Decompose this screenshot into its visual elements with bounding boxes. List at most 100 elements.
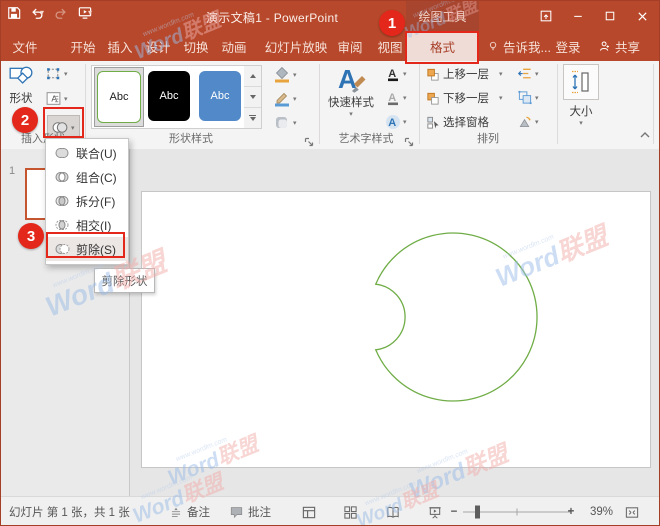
comments-button[interactable]: 批注: [229, 497, 271, 526]
shapes-button-label: 形状: [10, 90, 33, 106]
redo-icon[interactable]: [53, 6, 68, 20]
size-button[interactable]: 大小 ▾: [563, 64, 599, 127]
wordart-styles-dialog-launcher[interactable]: [404, 135, 415, 146]
rotate-button[interactable]: ▾: [517, 114, 539, 129]
reading-view-button[interactable]: [385, 497, 401, 526]
ribbon-format: 形状 ▾ ▾ A▾ ▾ 插入形状 Abc Abc Abc ▾ ▾: [1, 61, 659, 150]
shapes-icon: [8, 64, 34, 90]
slide-sorter-view-button[interactable]: [343, 497, 358, 526]
fragment-icon: [54, 193, 70, 209]
zoom-slider-thumb: [475, 506, 480, 519]
selection-pane-button[interactable]: 选择窗格: [425, 114, 489, 130]
shape-effects-button[interactable]: ▾: [273, 114, 297, 131]
undo-icon[interactable]: ▾: [30, 6, 44, 20]
send-backward-icon: [425, 91, 441, 106]
shape-styles-dialog-launcher[interactable]: [304, 135, 315, 146]
subtract-shapes-tooltip: 剪除形状: [94, 268, 155, 293]
gallery-scroll-buttons: [244, 65, 262, 129]
zoom-out-button[interactable]: −: [450, 497, 458, 526]
rotate-icon: [517, 114, 533, 129]
start-slideshow-icon[interactable]: ▾: [77, 5, 92, 20]
shape-style-2[interactable]: Abc: [148, 71, 190, 121]
powerpoint-window: ▾ ▾ 演示文稿1 - PowerPoint 绘图工具 文件 开始 插入 设计 …: [0, 0, 660, 526]
tab-home[interactable]: 开始: [70, 31, 95, 61]
subtracted-circle-shape[interactable]: [142, 192, 650, 467]
menu-item-combine[interactable]: 组合(C): [46, 165, 128, 189]
share-button[interactable]: 共享: [598, 31, 640, 61]
text-outline-icon: A: [385, 90, 401, 106]
menu-item-fragment[interactable]: 拆分(F): [46, 189, 128, 213]
send-backward-label: 下移一层: [443, 90, 489, 106]
save-icon[interactable]: [7, 6, 21, 20]
menu-item-union[interactable]: 联合(U): [46, 141, 128, 165]
window-title: 演示文稿1 - PowerPoint: [206, 9, 338, 26]
fit-slide-to-window-button[interactable]: [624, 497, 640, 526]
gallery-more-button[interactable]: [244, 108, 261, 128]
zoom-in-button[interactable]: +: [567, 497, 575, 526]
quick-styles-button[interactable]: A 快速样式 ▾: [325, 64, 377, 118]
tell-me-box[interactable]: 告诉我...: [487, 31, 551, 61]
text-effects-icon: A: [385, 114, 401, 130]
bring-forward-icon: [425, 67, 441, 82]
svg-text:A: A: [388, 92, 396, 104]
gallery-scroll-up[interactable]: [244, 66, 261, 87]
tab-slideshow[interactable]: 幻灯片放映: [265, 31, 328, 61]
normal-view-icon: [301, 505, 317, 520]
person-icon: [598, 40, 611, 53]
ribbon-tab-row: 文件 开始 插入 设计 切换 动画 幻灯片放映 审阅 视图 格式 告诉我... …: [1, 31, 659, 61]
sign-in-button[interactable]: 登录: [555, 31, 580, 61]
text-effects-button[interactable]: A▾: [385, 114, 407, 130]
group-label-arrange: 排列: [477, 130, 499, 146]
ribbon-display-options-icon[interactable]: [533, 4, 559, 28]
wordart-quick-styles-icon: A: [334, 64, 368, 94]
shape-outline-button[interactable]: ▾: [273, 90, 297, 107]
tab-insert[interactable]: 插入: [107, 31, 132, 61]
tab-review[interactable]: 审阅: [337, 31, 362, 61]
slide-sorter-icon: [343, 505, 358, 520]
gallery-scroll-down[interactable]: [244, 87, 261, 108]
zoom-level[interactable]: 39%: [590, 497, 613, 526]
group-objects-button[interactable]: ▾: [517, 90, 539, 105]
shape-effects-icon: [273, 114, 291, 131]
align-button[interactable]: ▾: [517, 66, 539, 81]
union-icon: [54, 145, 70, 161]
shape-style-3[interactable]: Abc: [199, 71, 241, 121]
tab-animations[interactable]: 动画: [221, 31, 246, 61]
maximize-button[interactable]: [597, 4, 623, 28]
text-outline-button[interactable]: A▾: [385, 90, 407, 106]
collapse-ribbon-button[interactable]: [639, 127, 651, 145]
tab-transitions[interactable]: 切换: [183, 31, 208, 61]
shape-style-1[interactable]: Abc: [97, 71, 141, 123]
normal-view-button[interactable]: [301, 497, 317, 526]
minimize-button[interactable]: [565, 4, 591, 28]
shape-fill-button[interactable]: ▾: [273, 66, 297, 83]
group-objects-icon: [517, 90, 533, 105]
quick-styles-label: 快速样式: [328, 94, 374, 110]
slideshow-view-button[interactable]: [427, 497, 443, 526]
contextual-tab-group-drawing-tools: 绘图工具: [406, 1, 479, 31]
svg-text:A: A: [388, 117, 396, 129]
size-icon: [570, 70, 592, 94]
shape-styles-gallery: Abc Abc Abc: [91, 65, 245, 129]
tab-file[interactable]: 文件: [12, 31, 37, 61]
annotation-step-2: 2: [12, 107, 38, 133]
send-backward-button[interactable]: 下移一层▾: [425, 90, 503, 106]
bring-forward-button[interactable]: 上移一层▾: [425, 66, 503, 82]
svg-text:A: A: [388, 68, 396, 80]
annotation-step-3: 3: [18, 223, 44, 249]
notes-button[interactable]: 备注: [169, 497, 210, 526]
edit-shape-button[interactable]: ▾: [45, 65, 68, 82]
lightbulb-icon: [487, 40, 499, 53]
zoom-slider[interactable]: [463, 497, 571, 526]
slide-canvas[interactable]: [141, 191, 651, 468]
text-box-icon: A: [45, 90, 62, 107]
tab-design[interactable]: 设计: [145, 31, 170, 61]
annotation-box-subtract: [46, 232, 125, 258]
close-button[interactable]: [629, 4, 655, 28]
group-label-shape-styles: 形状样式: [169, 130, 213, 146]
title-bar: ▾ ▾ 演示文稿1 - PowerPoint 绘图工具: [1, 1, 659, 31]
window-controls: [533, 1, 655, 31]
text-fill-button[interactable]: A▾: [385, 66, 407, 82]
annotation-step-1: 1: [379, 10, 405, 36]
text-box-button[interactable]: A▾: [45, 90, 68, 107]
